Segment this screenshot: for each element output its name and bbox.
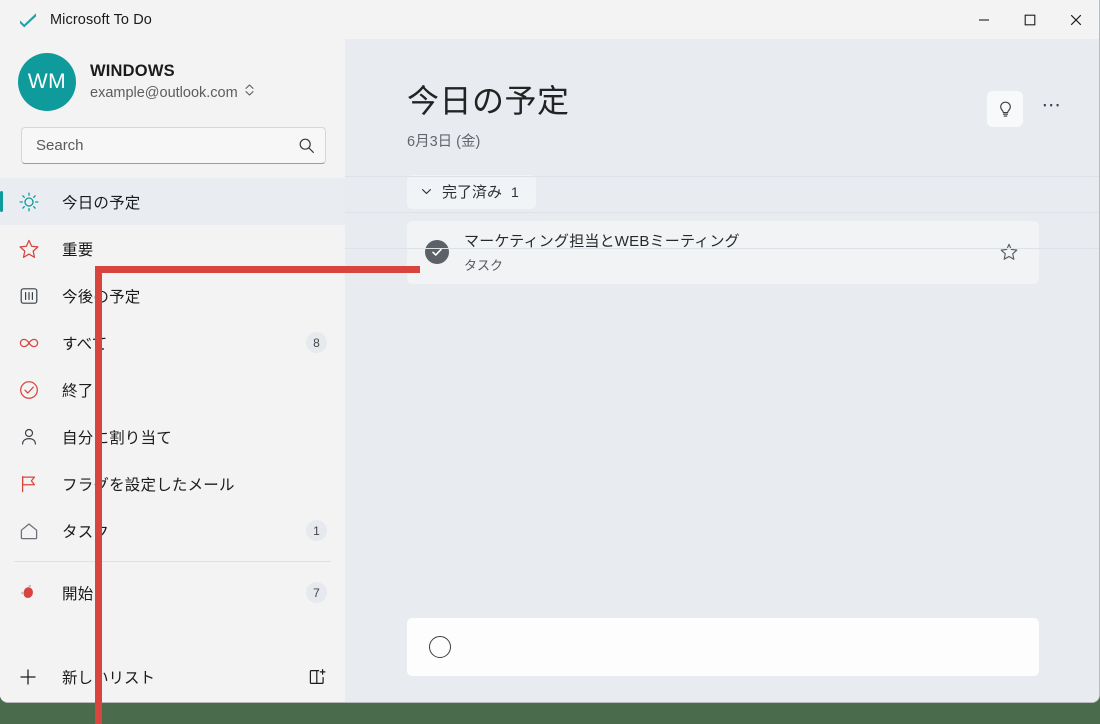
completed-group-count: 1 xyxy=(511,183,519,200)
sidebar-item-label: 開始 xyxy=(62,585,94,603)
account-email-row[interactable]: example@outlook.com xyxy=(90,83,255,102)
sidebar-separator xyxy=(14,561,331,562)
add-task-box[interactable] xyxy=(407,618,1039,676)
new-list-label: 新しいリスト xyxy=(62,669,156,687)
annotation-vertical-line xyxy=(95,266,102,724)
sidebar-item-today[interactable]: 今日の予定 xyxy=(0,178,345,225)
divider xyxy=(345,175,1099,177)
sidebar-item-label: タスク xyxy=(62,523,110,541)
chevron-up-down-icon[interactable] xyxy=(244,83,255,102)
app-window: Microsoft To Do WM WINDOWS example@outlo… xyxy=(0,0,1100,703)
sidebar-item-count: 1 xyxy=(306,520,327,541)
sidebar-item-important[interactable]: 重要 xyxy=(0,225,345,272)
sidebar: WM WINDOWS example@outlook.com Search 今日… xyxy=(0,39,345,702)
sidebar-item-label: 重要 xyxy=(62,241,94,259)
flag-icon xyxy=(18,473,46,495)
task-list-area: 完了済み 1 マーケティング担当とWEBミーティング タスク xyxy=(345,151,1099,618)
chevron-down-icon xyxy=(420,185,433,198)
search-box[interactable] xyxy=(21,127,326,164)
lightbulb-icon[interactable] xyxy=(987,91,1023,127)
empty-circle-icon[interactable] xyxy=(429,636,451,658)
table-row[interactable]: マーケティング担当とWEBミーティング タスク xyxy=(407,220,1039,284)
calendar-icon xyxy=(18,285,46,307)
sidebar-item-all[interactable]: すべて 8 xyxy=(0,319,345,366)
page-date: 6月3日 (金) xyxy=(407,133,481,150)
check-circle-icon xyxy=(18,379,46,401)
new-group-icon[interactable] xyxy=(307,667,327,687)
sidebar-item-count: 8 xyxy=(306,332,327,353)
annotation-horizontal-line xyxy=(95,266,420,273)
account-email: example@outlook.com xyxy=(90,84,238,101)
completed-group-toggle[interactable]: 完了済み 1 xyxy=(407,174,536,209)
checked-circle-icon[interactable] xyxy=(425,240,449,265)
person-icon xyxy=(18,426,46,448)
account-name: WINDOWS xyxy=(90,62,175,80)
sidebar-item-label: 終了 xyxy=(62,382,94,400)
divider xyxy=(345,211,1099,213)
more-options-icon[interactable]: ⋯ xyxy=(1035,92,1069,126)
check-logo-icon xyxy=(18,10,38,30)
account-text: WINDOWS example@outlook.com xyxy=(90,62,255,102)
minimize-button[interactable] xyxy=(961,0,1007,39)
sidebar-item-planned[interactable]: 今後の予定 xyxy=(0,272,345,319)
sidebar-item-tasks[interactable]: タスク 1 xyxy=(0,507,345,554)
sidebar-item-completed[interactable]: 終了 xyxy=(0,366,345,413)
star-icon xyxy=(18,238,46,260)
new-list-row[interactable]: 新しいリスト xyxy=(0,650,345,702)
home-icon xyxy=(18,520,46,542)
sun-icon xyxy=(18,191,46,213)
star-outline-icon[interactable] xyxy=(999,242,1019,262)
task-subtitle: タスク xyxy=(464,258,504,274)
account-row[interactable]: WM WINDOWS example@outlook.com xyxy=(0,39,345,121)
divider xyxy=(345,247,1099,249)
header-actions: ⋯ xyxy=(987,91,1069,127)
window-body: WM WINDOWS example@outlook.com Search 今日… xyxy=(0,39,1099,702)
sidebar-item-label: フラグを設定したメール xyxy=(62,476,235,494)
sidebar-item-start[interactable]: 開始 7 xyxy=(0,569,345,616)
page-title: 今日の予定 xyxy=(407,83,570,119)
header-text: 今日の予定 6月3日 (金) xyxy=(407,83,987,151)
window-title: Microsoft To Do xyxy=(50,11,152,28)
main-panel: 今日の予定 6月3日 (金) ⋯ 完了済み 1 マーケティング担当とWEBミーテ… xyxy=(345,39,1099,702)
search-icon[interactable] xyxy=(298,137,315,154)
add-task-input[interactable] xyxy=(467,638,1039,656)
plus-icon xyxy=(18,667,46,687)
sidebar-item-count: 7 xyxy=(306,582,327,603)
title-bar: Microsoft To Do xyxy=(0,0,1099,39)
add-task-area xyxy=(345,618,1099,702)
sidebar-item-assigned-to-me[interactable]: 自分に割り当て xyxy=(0,413,345,460)
completed-group-label: 完了済み xyxy=(442,184,503,202)
maximize-button[interactable] xyxy=(1007,0,1053,39)
sidebar-nav-list: 今日の予定 重要 すべて 8 終了 自分に割り当て フラグを設定したメール タス… xyxy=(0,178,345,650)
sidebar-item-flagged-email[interactable]: フラグを設定したメール xyxy=(0,460,345,507)
sidebar-item-label: 今日の予定 xyxy=(62,194,141,212)
red-emoji-icon xyxy=(18,582,46,604)
close-button[interactable] xyxy=(1053,0,1099,39)
infinity-icon xyxy=(18,332,46,354)
sidebar-item-label: 自分に割り当て xyxy=(62,429,172,447)
avatar[interactable]: WM xyxy=(18,53,76,111)
task-texts: マーケティング担当とWEBミーティング タスク xyxy=(464,230,999,274)
search-input[interactable] xyxy=(36,137,298,154)
main-header: 今日の予定 6月3日 (金) ⋯ xyxy=(345,39,1099,151)
